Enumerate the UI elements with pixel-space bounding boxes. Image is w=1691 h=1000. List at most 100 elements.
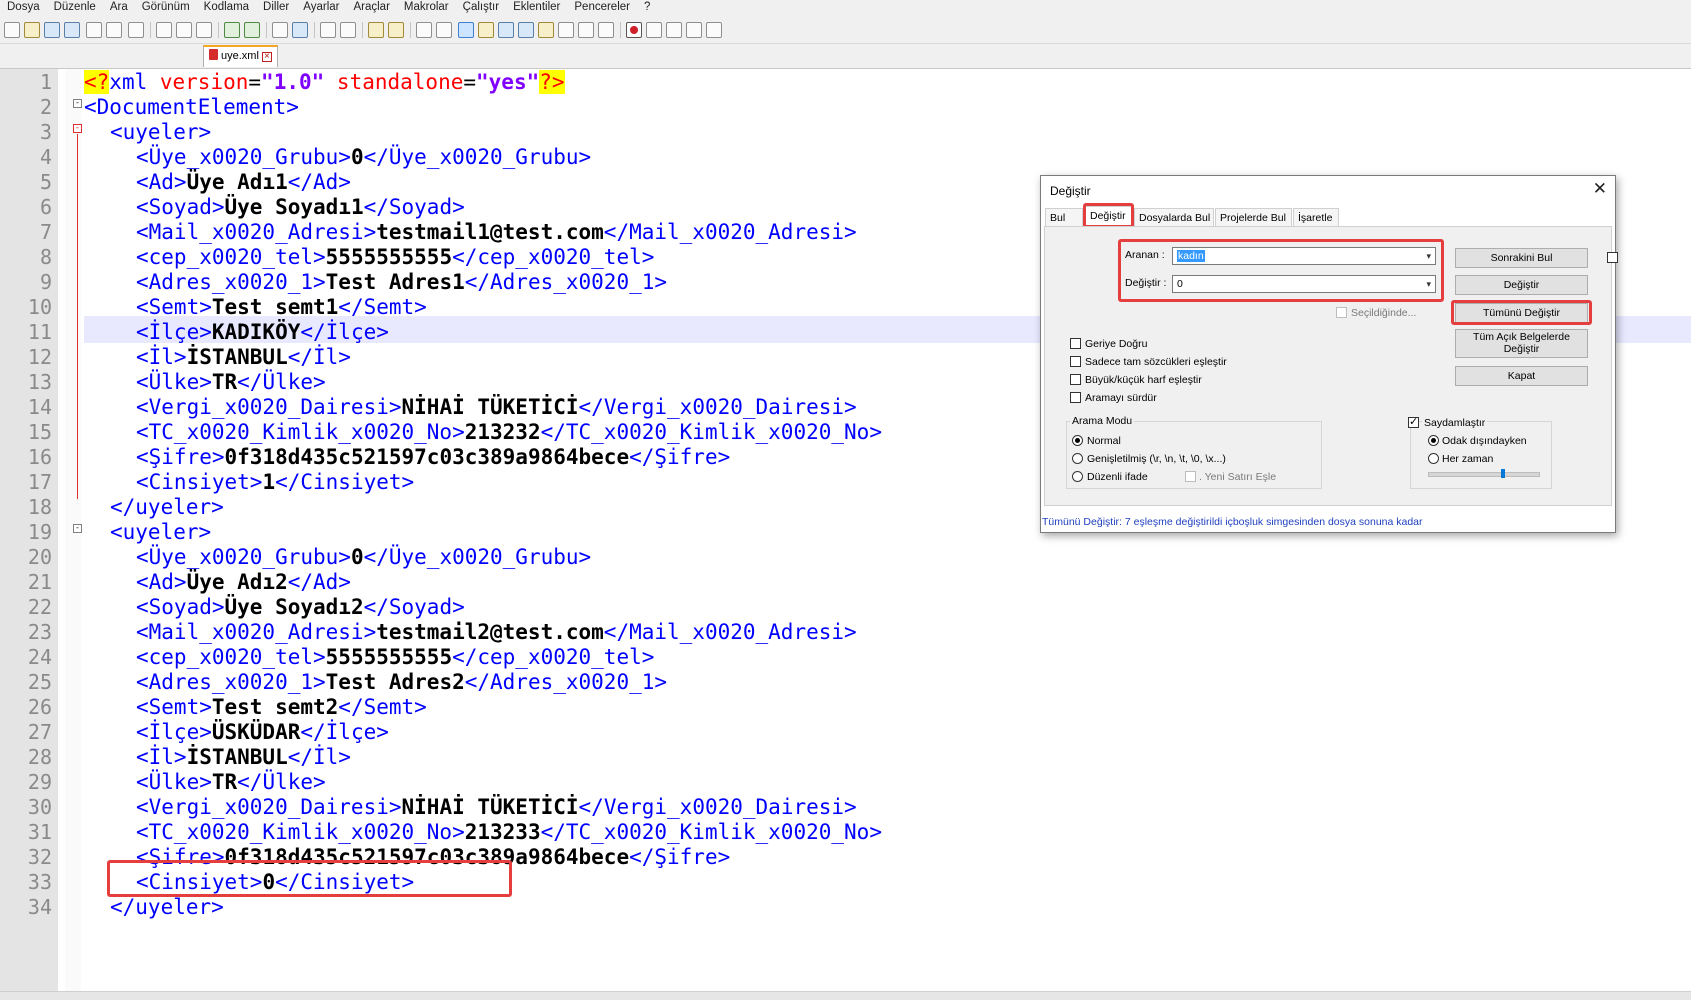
transparency-checkbox[interactable] bbox=[1408, 415, 1419, 428]
language-icon[interactable] bbox=[478, 22, 494, 38]
menu-araclar[interactable]: Araçlar bbox=[346, 0, 396, 13]
close-button[interactable]: Kapat bbox=[1455, 366, 1588, 386]
ulke-tag: </Ülke> bbox=[237, 370, 326, 394]
dialog-body: Aranan : kadın ▾ Değiştir : 0 ▾ Seçildiğin… bbox=[1044, 226, 1618, 506]
print-icon[interactable] bbox=[128, 22, 144, 38]
save-icon[interactable] bbox=[44, 22, 60, 38]
close-icon[interactable]: ✕ bbox=[1593, 179, 1607, 199]
code-line-11: <İlçe>KADIKÖY</İlçe> bbox=[136, 319, 389, 346]
soyad-tag: <Soyad> bbox=[136, 195, 225, 219]
menu-pencereler[interactable]: Pencereler bbox=[567, 0, 637, 13]
doc-list-icon[interactable] bbox=[518, 22, 534, 38]
menu-ara[interactable]: Ara bbox=[103, 0, 135, 13]
ilce-tag: </İlçe> bbox=[300, 320, 389, 344]
cut-icon[interactable] bbox=[156, 22, 172, 38]
tab-dosyalarda-bul[interactable]: Dosyalarda Bul bbox=[1134, 208, 1214, 226]
menu-help[interactable]: ? bbox=[637, 0, 657, 13]
copy-icon[interactable] bbox=[176, 22, 192, 38]
zoom-out-icon[interactable] bbox=[340, 22, 356, 38]
tab-strip: uye.xml × bbox=[0, 44, 1691, 69]
fold-toggle-icon[interactable]: - bbox=[73, 99, 82, 108]
grup-value: 0 bbox=[350, 545, 364, 569]
mode-normal-radio[interactable] bbox=[1072, 435, 1083, 446]
menu-eklentiler[interactable]: Eklentiler bbox=[506, 0, 567, 13]
mode-extended-radio[interactable] bbox=[1072, 453, 1083, 464]
save-all-icon[interactable] bbox=[64, 22, 80, 38]
undo-icon[interactable] bbox=[224, 22, 240, 38]
close-all-icon[interactable] bbox=[106, 22, 122, 38]
line-number: 23 bbox=[27, 620, 52, 644]
save-macro-icon[interactable] bbox=[706, 22, 722, 38]
zoom-in-icon[interactable] bbox=[320, 22, 336, 38]
whole-word-checkbox[interactable] bbox=[1070, 356, 1081, 367]
mode-normal-label: Normal bbox=[1087, 435, 1121, 447]
menu-kodlama[interactable]: Kodlama bbox=[197, 0, 256, 13]
replace-button[interactable]: Değiştir bbox=[1455, 275, 1588, 295]
wrap-around-checkbox[interactable] bbox=[1070, 392, 1081, 403]
tab-projelerde-bul[interactable]: Projelerde Bul bbox=[1215, 208, 1292, 226]
folder-workspace-icon[interactable] bbox=[558, 22, 574, 38]
match-case-checkbox[interactable] bbox=[1070, 374, 1081, 385]
menu-duzenle[interactable]: Düzenle bbox=[47, 0, 103, 13]
monitor-icon[interactable] bbox=[578, 22, 594, 38]
code-line-10: <Semt>Test semt1</Semt> bbox=[136, 294, 427, 321]
indent-guide-icon[interactable] bbox=[458, 22, 474, 38]
menu-dosya[interactable]: Dosya bbox=[0, 0, 47, 13]
sync-vertical-icon[interactable] bbox=[368, 22, 384, 38]
soyad-value: Üye Soyadı2 bbox=[224, 595, 364, 619]
find-next-button[interactable]: Sonrakini Bul bbox=[1455, 248, 1588, 268]
soyad-tag: <Soyad> bbox=[136, 595, 225, 619]
run-macro-multiple-icon[interactable] bbox=[686, 22, 702, 38]
sync-horizontal-icon[interactable] bbox=[388, 22, 404, 38]
menu-diller[interactable]: Diller bbox=[256, 0, 296, 13]
redo-icon[interactable] bbox=[244, 22, 260, 38]
menu-makrolar[interactable]: Makrolar bbox=[397, 0, 456, 13]
stop-macro-icon[interactable] bbox=[646, 22, 662, 38]
close-file-icon[interactable] bbox=[86, 22, 102, 38]
line-number: 12 bbox=[27, 345, 52, 369]
mail-tag: <Mail_x0020_Adresi> bbox=[136, 620, 377, 644]
ad-tag: <Ad> bbox=[136, 570, 187, 594]
menu-calistir[interactable]: Çalıştır bbox=[456, 0, 506, 13]
tab-bul[interactable]: Bul bbox=[1045, 208, 1083, 226]
eye-icon[interactable] bbox=[598, 22, 614, 38]
dialog-title: Değiştir bbox=[1050, 184, 1091, 198]
menu-gorunum[interactable]: Görünüm bbox=[135, 0, 197, 13]
transparency-lose-focus-radio[interactable] bbox=[1428, 435, 1439, 446]
word-wrap-icon[interactable] bbox=[416, 22, 432, 38]
find-icon[interactable] bbox=[272, 22, 288, 38]
transparency-slider-thumb[interactable] bbox=[1501, 469, 1505, 478]
line-number: 10 bbox=[27, 295, 52, 319]
code-line-29: <Ülke>TR</Ülke> bbox=[136, 769, 326, 796]
match-newline-checkbox[interactable] bbox=[1185, 471, 1196, 482]
transparency-slider[interactable] bbox=[1428, 472, 1540, 477]
in-selection-checkbox[interactable] bbox=[1336, 307, 1347, 318]
code-line-30: <Vergi_x0020_Dairesi>NİHAİ TÜKETİCİ</Ver… bbox=[136, 794, 857, 821]
replace-all-open-docs-button[interactable]: Tüm Açık Belgelerde Değiştir bbox=[1455, 329, 1588, 358]
play-macro-icon[interactable] bbox=[666, 22, 682, 38]
new-file-icon[interactable] bbox=[4, 22, 20, 38]
doc-map-icon[interactable] bbox=[498, 22, 514, 38]
open-file-icon[interactable] bbox=[24, 22, 40, 38]
menu-ayarlar[interactable]: Ayarlar bbox=[296, 0, 346, 13]
function-list-icon[interactable] bbox=[538, 22, 554, 38]
paste-icon[interactable] bbox=[196, 22, 212, 38]
replace-icon[interactable] bbox=[292, 22, 308, 38]
mode-regex-radio[interactable] bbox=[1072, 471, 1083, 482]
code-line-3: <uyeler> bbox=[110, 120, 212, 144]
mail-value: testmail2@test.com bbox=[376, 620, 604, 644]
tab-isaretle[interactable]: İşaretle bbox=[1293, 208, 1339, 226]
transparency-always-radio[interactable] bbox=[1428, 453, 1439, 464]
fold-toggle-icon[interactable]: - bbox=[73, 524, 82, 533]
backward-checkbox[interactable] bbox=[1070, 338, 1081, 349]
show-all-chars-icon[interactable] bbox=[436, 22, 452, 38]
record-macro-icon[interactable] bbox=[626, 22, 642, 38]
tab-uye-xml[interactable]: uye.xml × bbox=[203, 45, 278, 67]
find-next-option-checkbox[interactable] bbox=[1607, 252, 1618, 263]
grup-tag: <Üye_x0020_Grubu> bbox=[136, 145, 351, 169]
fold-toggle-icon[interactable]: - bbox=[73, 124, 82, 133]
vergi-tag: </Vergi_x0020_Dairesi> bbox=[578, 795, 857, 819]
tc-tag: </TC_x0020_Kimlik_x0020_No> bbox=[540, 820, 882, 844]
mode-extended-label: Genişletilmiş (\r, \n, \t, \0, \x...) bbox=[1087, 453, 1226, 465]
tab-close-icon[interactable]: × bbox=[261, 52, 272, 62]
